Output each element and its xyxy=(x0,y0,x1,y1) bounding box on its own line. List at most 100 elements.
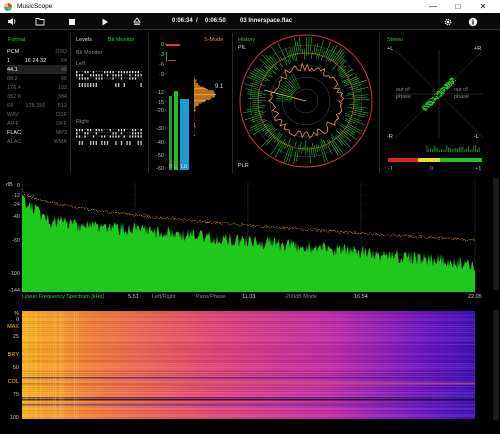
correlation-bar-neg xyxy=(388,158,418,162)
bit-cell xyxy=(104,141,106,145)
eject-icon[interactable] xyxy=(130,16,144,27)
bit-cell xyxy=(115,77,117,79)
bit-cell xyxy=(115,132,117,135)
close-icon[interactable]: ✕ xyxy=(471,0,495,13)
info-icon[interactable] xyxy=(466,16,480,27)
bit-cell xyxy=(92,141,95,145)
gonio-point xyxy=(425,108,427,110)
bit-cell xyxy=(95,129,97,132)
time-total: 0:06:50 xyxy=(205,18,226,24)
bit-cell xyxy=(90,132,92,134)
format-cell: 1 xyxy=(7,57,11,64)
play-icon[interactable] xyxy=(98,16,112,27)
meter-ch-lu: LU xyxy=(181,164,188,170)
format-cell: MP3 xyxy=(55,129,67,136)
spectrogram-y-axis: %0MAX25BRY50COL75100 xyxy=(7,311,19,421)
gonio-point xyxy=(448,83,451,85)
bit-cell xyxy=(112,77,114,80)
bit-cell xyxy=(132,129,134,132)
bit-cell xyxy=(137,74,139,77)
svg-text:22.05: 22.05 xyxy=(468,294,482,300)
bit-cell xyxy=(140,83,142,87)
gonio-point xyxy=(426,108,428,110)
format-cell: DSD xyxy=(55,48,67,55)
spectrum-scrollbar[interactable] xyxy=(493,178,499,290)
divider xyxy=(70,33,71,173)
bit-cell xyxy=(112,74,114,77)
gonio-point xyxy=(439,96,441,98)
format-row: FLAC MP3 xyxy=(7,128,67,137)
bit-cell xyxy=(92,129,95,130)
bit-cell xyxy=(104,129,106,130)
gonio-point xyxy=(451,77,454,79)
bit-cell xyxy=(87,83,89,87)
svg-text:11.03: 11.03 xyxy=(242,294,255,300)
volume-icon[interactable] xyxy=(5,16,19,27)
spectrogram-y-tick: 50 xyxy=(13,365,19,371)
meter-scale-label: -12 xyxy=(156,90,164,96)
maximize-icon[interactable]: □ xyxy=(446,0,470,13)
bit-cell xyxy=(76,135,78,138)
bit-cell xyxy=(78,129,81,132)
bit-cell xyxy=(123,71,125,74)
levels-title[interactable]: Levels xyxy=(76,37,92,43)
bit-cell xyxy=(129,141,131,145)
bit-cell xyxy=(87,71,89,74)
meter-scale-label: -30 xyxy=(156,126,164,132)
histogram-bin xyxy=(194,96,215,98)
spectrogram-y-tick: MAX xyxy=(7,324,19,330)
gonio-point xyxy=(446,82,448,84)
bit-cell xyxy=(95,132,97,135)
histogram-bin xyxy=(194,94,217,95)
gonio-point xyxy=(449,82,451,84)
bit-cell xyxy=(78,132,81,134)
bit-cell xyxy=(129,129,131,130)
gonio-point xyxy=(441,93,443,95)
format-cell: 88.2 xyxy=(7,75,18,82)
gonio-point xyxy=(450,77,453,79)
bit-cell xyxy=(129,135,131,138)
bit-cell xyxy=(90,77,92,79)
histogram-bin xyxy=(194,109,197,111)
bit-cell xyxy=(76,71,78,74)
gonio-point xyxy=(434,97,436,99)
spectrum-y-tick: -40 xyxy=(12,214,20,220)
bit-cell xyxy=(140,135,142,138)
bit-cell xyxy=(78,141,81,145)
bit-cell xyxy=(95,135,97,137)
gonio-point xyxy=(445,83,447,85)
spectrogram-scrollbar[interactable] xyxy=(493,310,499,420)
bit-monitor-title[interactable]: Bit Monitor xyxy=(108,37,134,43)
histogram-bin xyxy=(194,83,199,85)
bit-cell xyxy=(129,77,131,80)
gonio-point xyxy=(448,80,451,82)
gonio-point xyxy=(439,90,442,92)
settings-gear-icon[interactable] xyxy=(441,16,455,27)
open-folder-icon[interactable] xyxy=(33,16,47,27)
minimize-icon[interactable]: — xyxy=(421,0,445,13)
correlation-history xyxy=(426,145,480,152)
bit-monitor-display xyxy=(76,71,142,145)
bit-cell xyxy=(140,77,142,79)
format-cell: AIFF xyxy=(7,120,19,127)
bit-cell xyxy=(112,71,114,74)
svg-text:+1: +1 xyxy=(475,166,481,172)
stop-icon[interactable] xyxy=(65,16,79,27)
bit-cell xyxy=(95,71,97,72)
spectrogram-y-tick: 25 xyxy=(13,334,19,340)
bit-cell xyxy=(90,71,92,72)
histogram-bin xyxy=(194,107,196,109)
bit-cell xyxy=(134,74,137,77)
bit-cell xyxy=(104,71,106,74)
bit-cell xyxy=(140,71,142,72)
bit-cell xyxy=(95,74,97,77)
bit-cell xyxy=(81,71,83,72)
bit-cell xyxy=(101,74,103,77)
bit-cell xyxy=(81,141,83,145)
bit-cell xyxy=(126,132,128,134)
bit-cell xyxy=(81,74,83,77)
gonio-point xyxy=(443,84,446,86)
bit-cell xyxy=(132,71,134,74)
bit-cell xyxy=(101,141,103,145)
histogram-bin xyxy=(194,82,196,83)
